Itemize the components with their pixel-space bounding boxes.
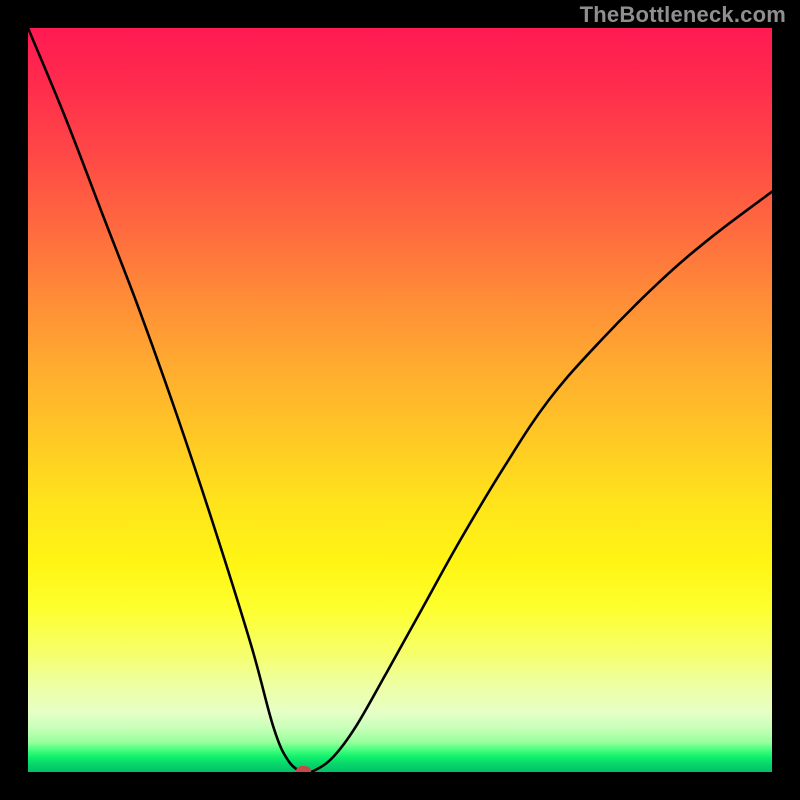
bottleneck-curve [28,28,772,772]
watermark-text: TheBottleneck.com [580,2,786,28]
chart-frame: TheBottleneck.com [0,0,800,800]
plot-area [28,28,772,772]
optimal-point-marker [296,766,311,772]
